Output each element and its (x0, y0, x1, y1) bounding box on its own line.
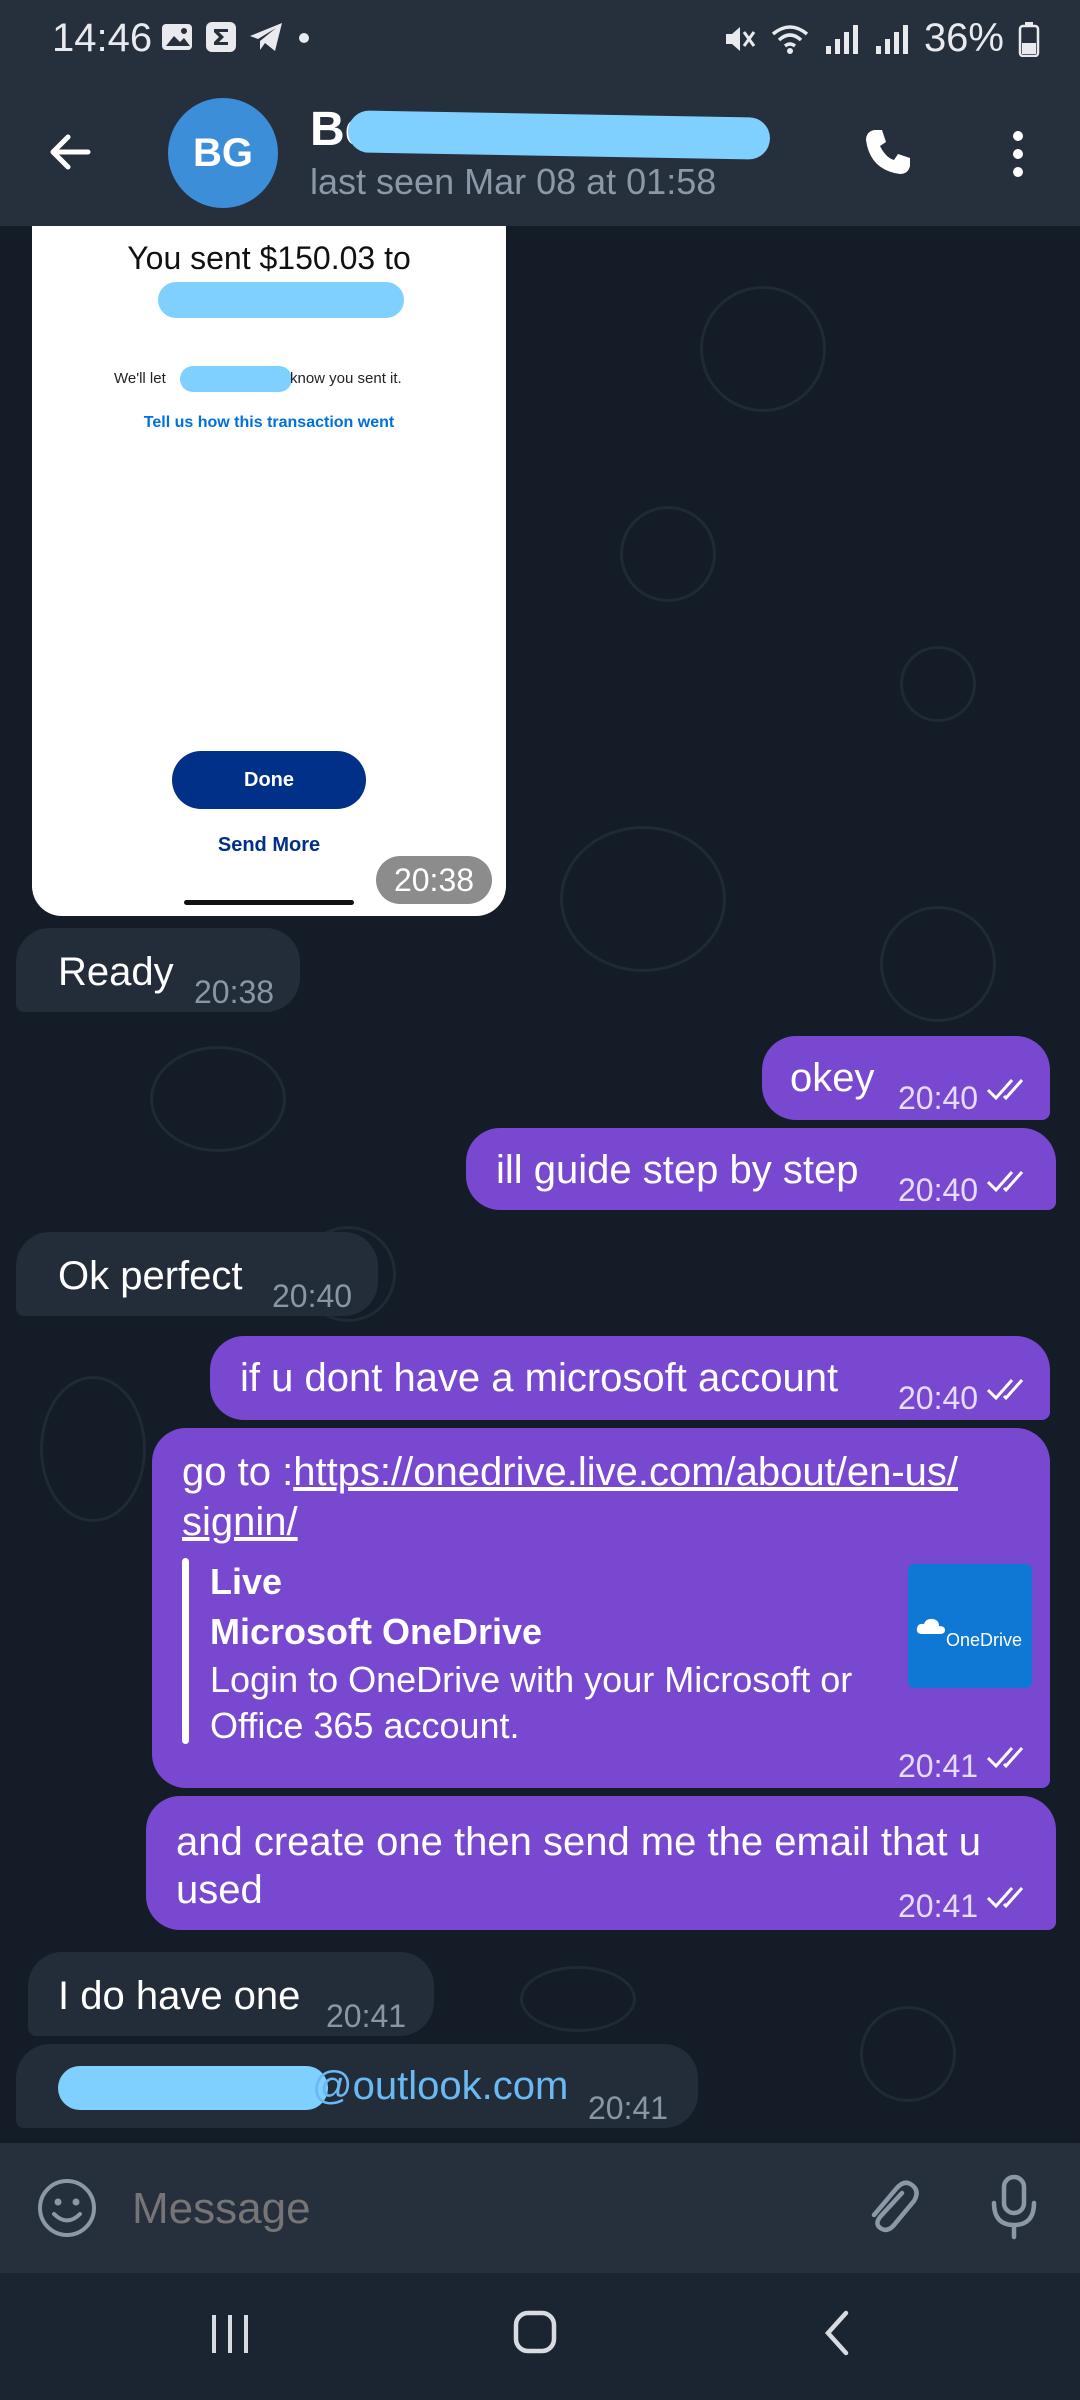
we-let-text: We'll let (114, 370, 166, 387)
telegram-icon (250, 23, 282, 51)
message-incoming[interactable]: Ok perfect 20:40 (16, 1232, 378, 1316)
message-text: used (176, 1868, 263, 1912)
background-doodle (560, 826, 726, 972)
emoji-icon[interactable] (36, 2177, 98, 2239)
feedback-link[interactable]: Tell us how this transaction went (32, 414, 506, 432)
message-outgoing[interactable]: okey 20:40 (762, 1036, 1050, 1120)
mic-icon[interactable] (988, 2173, 1040, 2243)
battery-icon (1018, 21, 1040, 57)
background-doodle (40, 1376, 146, 1522)
home-indicator (184, 900, 354, 905)
signal-icon (825, 24, 858, 54)
more-vert-icon[interactable] (1000, 124, 1036, 184)
read-ticks-icon (986, 1171, 1024, 1193)
message-text: Ok perfect (58, 1254, 243, 1298)
message-outgoing[interactable]: ill guide step by step 20:40 (466, 1128, 1056, 1210)
link-line-1: go to :https://onedrive.live.com/about/e… (182, 1448, 958, 1496)
email-link[interactable]: @outlook.com (312, 2062, 568, 2110)
battery-percent: 36% (923, 16, 1004, 60)
signal-icon (875, 24, 908, 54)
redaction-mark (158, 282, 404, 318)
message-text: if u dont have a microsoft account (240, 1356, 839, 1400)
message-time: 20:40 (898, 1080, 979, 1116)
message-incoming[interactable]: Ready 20:38 (16, 928, 300, 1012)
chat-header: BG Be last seen Mar 08 at 01:58 (0, 78, 1080, 226)
phone-icon[interactable] (860, 124, 916, 180)
message-link[interactable]: https://onedrive.live.com/about/en-us/ (293, 1450, 958, 1494)
message-input-bar (0, 2143, 1080, 2273)
preview-description: Office 365 account. (210, 1705, 520, 1746)
redaction-mark (58, 2066, 328, 2110)
message-text: go to : (182, 1450, 294, 1494)
redaction-mark (347, 110, 771, 160)
avatar[interactable]: BG (168, 98, 278, 208)
message-time: 20:38 (194, 974, 275, 1010)
message-time: 20:41 (326, 1998, 407, 2034)
recent-apps-icon[interactable] (208, 2313, 254, 2355)
sigma-app-icon (206, 22, 236, 52)
background-doodle (860, 2006, 956, 2102)
home-icon[interactable] (512, 2309, 558, 2355)
message-time: 20:40 (898, 1380, 979, 1416)
background-doodle (900, 646, 976, 722)
message-input[interactable] (130, 2175, 834, 2243)
attach-icon[interactable] (862, 2177, 922, 2239)
know-text: know you sent it. (290, 370, 402, 387)
background-doodle (700, 286, 826, 412)
message-text: I do have one (58, 1974, 301, 2018)
message-time: 20:41 (898, 1888, 979, 1924)
image-message[interactable]: You sent $150.03 to We'll let know you s… (32, 226, 506, 916)
status-left-icons (160, 20, 314, 54)
read-ticks-icon (986, 1887, 1024, 1909)
done-button[interactable]: Done (172, 751, 366, 809)
message-time: 20:41 (588, 2090, 669, 2126)
background-doodle (150, 1046, 286, 1152)
preview-site-name: Live (210, 1561, 283, 1602)
thumbnail-label: OneDrive (946, 1630, 1023, 1650)
message-outgoing[interactable]: and create one then send me the email th… (146, 1796, 1056, 1930)
status-bar: 14:46 36% (0, 0, 1080, 78)
message-incoming[interactable]: I do have one 20:41 (28, 1952, 434, 2036)
preview-description: Login to OneDrive with your Microsoft or (210, 1659, 853, 1700)
mute-icon (725, 26, 756, 51)
read-ticks-icon (986, 1747, 1024, 1769)
message-text: okey (790, 1056, 875, 1100)
message-outgoing[interactable]: if u dont have a microsoft account 20:40 (210, 1336, 1050, 1420)
send-more-link[interactable]: Send More (32, 834, 506, 857)
preview-accent-bar (182, 1558, 189, 1744)
dot-icon (299, 33, 309, 43)
message-time: 20:41 (898, 1748, 979, 1784)
last-seen: last seen Mar 08 at 01:58 (310, 161, 717, 202)
message-text: Ready (58, 950, 174, 994)
message-time: 20:38 (376, 856, 492, 904)
message-time: 20:40 (272, 1278, 353, 1314)
message-text: ill guide step by step (496, 1148, 859, 1192)
message-outgoing-link[interactable]: go to :https://onedrive.live.com/about/e… (152, 1428, 1050, 1788)
cloud-icon (916, 1618, 945, 1634)
status-time: 14:46 (52, 16, 153, 60)
background-doodle (620, 506, 716, 602)
system-nav-bar (0, 2273, 1080, 2400)
message-link[interactable]: signin/ (182, 1498, 298, 1546)
message-time: 20:40 (898, 1172, 979, 1208)
message-incoming[interactable]: @outlook.com 20:41 (16, 2044, 698, 2128)
background-doodle (520, 1966, 636, 2032)
status-right: 36% (722, 16, 1040, 61)
wifi-icon (771, 24, 809, 54)
gallery-icon (162, 24, 192, 50)
back-arrow-icon[interactable] (44, 126, 96, 178)
background-doodle (880, 906, 996, 1022)
read-ticks-icon (986, 1079, 1024, 1101)
preview-title: Microsoft OneDrive (210, 1611, 543, 1652)
back-nav-icon[interactable] (820, 2309, 854, 2357)
read-ticks-icon (986, 1379, 1024, 1401)
sent-amount-text: You sent $150.03 to (127, 240, 411, 276)
preview-thumbnail[interactable]: OneDrive (908, 1564, 1032, 1688)
message-text: and create one then send me the email th… (176, 1820, 981, 1864)
redaction-mark (180, 366, 292, 392)
